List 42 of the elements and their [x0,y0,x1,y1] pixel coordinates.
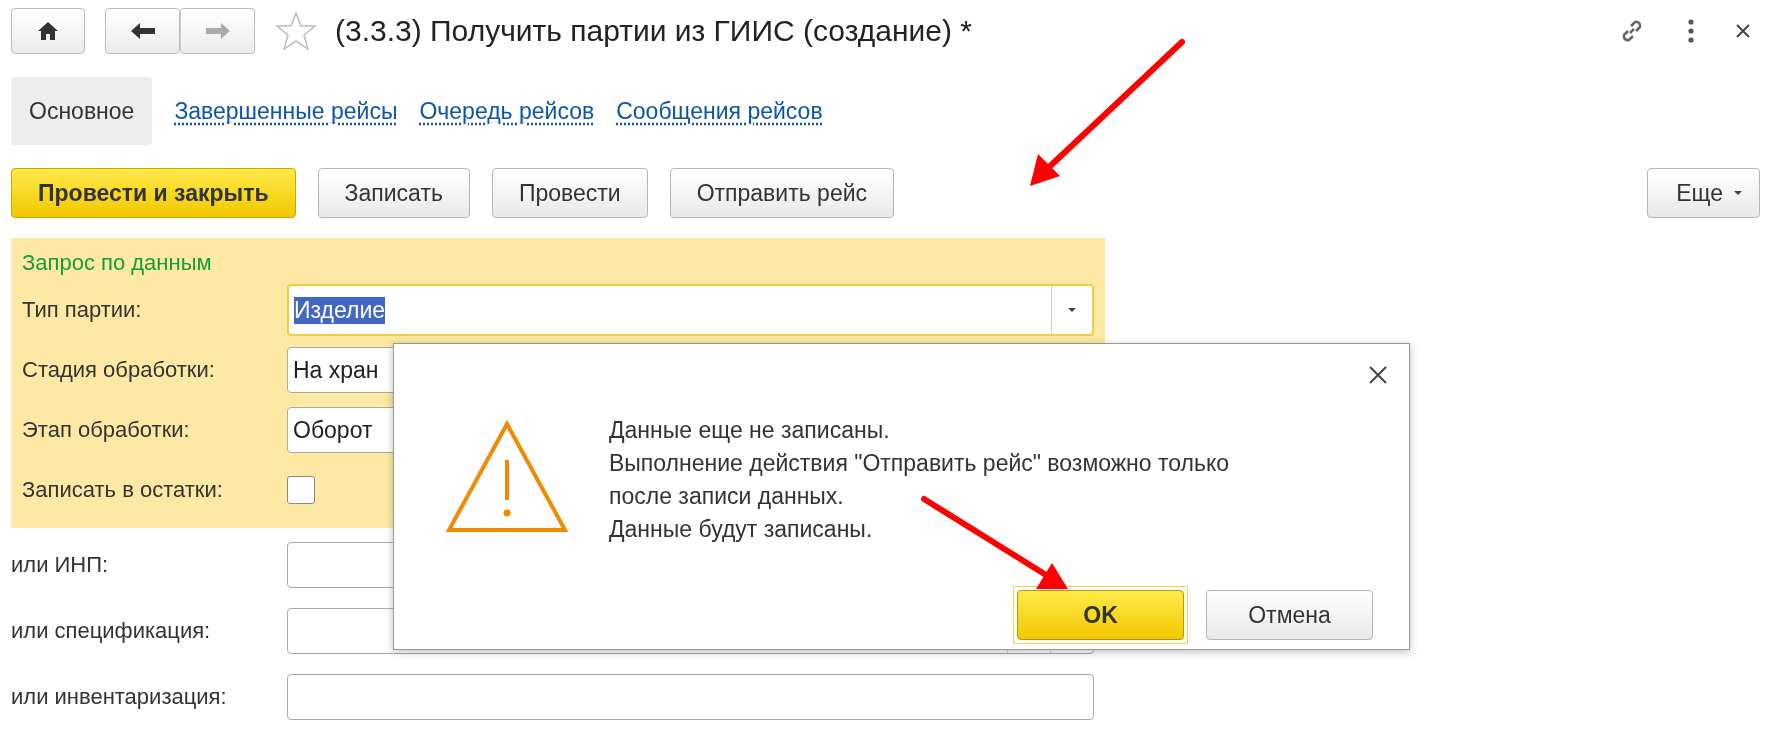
field-value: Оборот [293,416,373,444]
field-label: или ИНП: [11,552,110,578]
more-button[interactable]: Еще [1647,168,1760,218]
post-and-close-button[interactable]: Провести и закрыть [11,168,296,218]
message-line: Данные будут записаны. [609,515,874,544]
toolbar-button[interactable]: Провести [491,168,648,218]
tab[interactable]: Завершенные рейсы [174,97,398,125]
input-field[interactable] [287,674,1094,720]
field-label: Этап обработки: [22,417,191,443]
cancel-button[interactable]: Отмена [1206,590,1373,640]
toolbar-button[interactable]: Отправить рейс [669,168,895,218]
warning-icon [445,420,569,534]
group-title: Запрос по данным [22,250,213,276]
message-line: Данные еще не записаны. [609,416,891,445]
tab[interactable]: Сообщения рейсов [616,97,823,125]
caret-icon [1733,190,1743,196]
close-icon[interactable] [1735,23,1751,39]
arrow-right-icon [204,22,231,40]
field-label: или инвентаризация: [11,684,228,710]
message-line: после записи данных. [609,482,845,511]
message-line: Выполнение действия "Отправить рейс" возможно только [609,449,1230,478]
checkbox[interactable] [287,476,315,504]
field-value: На хран [293,356,379,384]
field-label: Тип партии: [22,297,143,323]
field-label: или спецификация: [11,618,212,644]
arrow-left-icon [129,22,156,40]
field-label: Стадия обработки: [22,357,216,383]
tab[interactable]: Основное [11,77,153,145]
more-vertical-icon[interactable] [1687,18,1695,44]
field-value: Изделие [294,296,386,324]
star-icon[interactable] [276,11,316,51]
back-button[interactable] [105,8,180,54]
tab[interactable]: Очередь рейсов [419,97,595,125]
ok-button[interactable]: OK [1017,590,1184,640]
caret-icon [1067,307,1077,313]
field-label: Записать в остатки: [22,477,224,503]
home-button[interactable] [11,8,85,54]
select-field[interactable]: Изделие [287,284,1094,336]
window-title: (3.3.3) Получить партии из ГИИС (создание) * [335,14,972,48]
home-icon [37,21,59,41]
close-icon[interactable] [1368,365,1388,385]
toolbar-button[interactable]: Записать [317,168,470,218]
